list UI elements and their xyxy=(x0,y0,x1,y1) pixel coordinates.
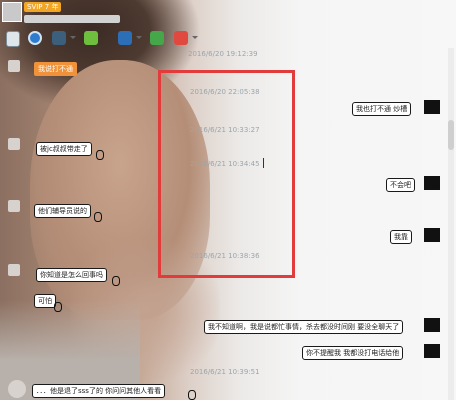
chevron-down-icon[interactable] xyxy=(192,36,198,39)
user-avatar[interactable] xyxy=(424,344,440,358)
svip-badge[interactable]: SVIP 7 年 xyxy=(24,2,62,12)
highlight-annotation-box xyxy=(158,70,295,278)
bubble-doodle-icon xyxy=(94,148,104,160)
bubble-doodle-icon xyxy=(186,388,196,400)
message-bubble[interactable]: 我靠 xyxy=(390,230,412,244)
user-avatar[interactable] xyxy=(424,318,440,332)
user-avatar[interactable] xyxy=(424,228,440,242)
sender-avatar[interactable] xyxy=(8,264,20,276)
sender-avatar[interactable] xyxy=(8,60,20,72)
scrollbar-thumb[interactable] xyxy=(448,120,454,150)
chat-header: SVIP 7 年 xyxy=(0,0,456,28)
message-bubble[interactable]: 我说打不通 xyxy=(34,62,77,76)
sender-avatar[interactable] xyxy=(8,200,20,212)
contact-name-blurred xyxy=(24,15,120,23)
message-bubble[interactable]: 被jc叔叔带走了 xyxy=(36,142,92,156)
message-bubble[interactable]: 我也打不通 炒槽 xyxy=(352,102,412,116)
message-bubble[interactable]: ．．．他是退了sss了的 你问问其他人看看 xyxy=(32,384,166,398)
monitor-icon[interactable] xyxy=(118,31,132,45)
message-bubble[interactable]: 我不知道啊，我是说都忙事情，杀去都没时间刚 要没全聊天了 xyxy=(204,320,404,334)
chat-toolbar xyxy=(0,30,200,48)
message-bubble[interactable]: 他们辅导员说的 xyxy=(34,204,91,218)
user-avatar[interactable] xyxy=(424,176,440,190)
message-bubble[interactable]: 你不提醒我 我都没打电话给他 xyxy=(302,346,404,360)
text-cursor xyxy=(263,158,264,168)
timestamp: 2016/6/21 10:39:51 xyxy=(190,368,260,376)
sender-avatar[interactable] xyxy=(8,138,20,150)
message-bubble[interactable]: 你知道是怎么回事吗 xyxy=(36,268,107,282)
screen-icon[interactable] xyxy=(52,31,66,45)
bubble-doodle-icon xyxy=(92,210,102,222)
add-contact-icon[interactable] xyxy=(150,31,164,45)
contact-avatar[interactable] xyxy=(2,2,22,22)
chevron-down-icon[interactable] xyxy=(70,36,76,39)
user-avatar[interactable] xyxy=(424,100,440,114)
transfer-icon[interactable] xyxy=(84,31,98,45)
chat-scrollbar[interactable] xyxy=(448,48,454,400)
bubble-doodle-icon xyxy=(52,300,62,312)
bubble-doodle-icon xyxy=(110,274,120,286)
sender-avatar[interactable] xyxy=(8,380,26,398)
timestamp: 2016/6/20 19:12:39 xyxy=(188,50,258,58)
message-bubble[interactable]: 不会吧 xyxy=(386,178,415,192)
circle-icon[interactable] xyxy=(28,31,42,45)
paperclip-icon[interactable] xyxy=(6,31,20,47)
apps-icon[interactable] xyxy=(174,31,188,45)
chevron-down-icon[interactable] xyxy=(136,36,142,39)
